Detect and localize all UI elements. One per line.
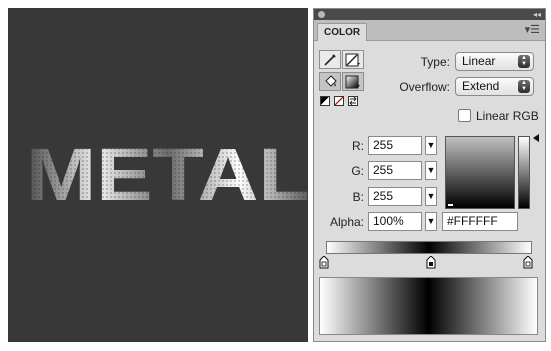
swap-arrows-icon (349, 97, 357, 105)
g-label: G: (351, 164, 364, 178)
gradient-definition-bar[interactable] (326, 241, 532, 254)
panel-titlebar[interactable]: ◂◂ (314, 9, 545, 20)
collapse-arrows-icon[interactable]: ◂◂ (533, 9, 541, 20)
overflow-select[interactable]: Extend ▲ ▼ (455, 77, 534, 96)
tab-color[interactable]: COLOR (317, 23, 368, 41)
select-arrows-icon: ▲ ▼ (518, 80, 530, 93)
brightness-slider[interactable] (518, 136, 530, 209)
black-white-icon[interactable] (320, 96, 330, 106)
fill-swatch-button[interactable] (342, 72, 364, 91)
r-label: R: (352, 139, 364, 153)
gradient-preview (319, 277, 538, 335)
overflow-select-value: Extend (462, 79, 500, 93)
b-dropdown[interactable]: ▼ (425, 187, 437, 206)
fill-swatch-icon (345, 75, 360, 88)
type-label: Type: (420, 55, 450, 69)
stroke-swatch-icon (345, 53, 360, 66)
close-dot-icon[interactable] (318, 11, 325, 18)
b-field[interactable]: 255 (368, 187, 422, 206)
r-dropdown[interactable]: ▼ (425, 136, 437, 155)
alpha-dropdown[interactable]: ▼ (425, 212, 437, 231)
brightness-marker-icon[interactable] (533, 134, 539, 142)
g-field[interactable]: 255 (368, 161, 422, 180)
color-spectrum[interactable] (445, 136, 515, 209)
paint-bucket-icon (325, 74, 337, 87)
color-panel: ◂◂ COLOR ▾☰ Type: Linear ▲ ▼ Overflow: Ex… (313, 8, 546, 342)
type-select-value: Linear (462, 54, 496, 68)
panel-menu-icon[interactable]: ▾☰ (525, 23, 540, 37)
metal-text-texture: METAL (26, 136, 310, 208)
swap-colors-icon[interactable] (348, 96, 358, 106)
overflow-label: Overflow: (399, 80, 450, 94)
linear-rgb-label: Linear RGB (476, 109, 539, 123)
metal-artwork: METAL METAL (26, 136, 310, 208)
panel-tab-row: COLOR ▾☰ (314, 20, 545, 41)
pencil-icon (324, 53, 336, 66)
gradient-stop-middle-icon[interactable] (426, 256, 436, 269)
g-dropdown[interactable]: ▼ (425, 161, 437, 180)
type-select[interactable]: Linear ▲ ▼ (455, 52, 534, 71)
r-field[interactable]: 255 (368, 136, 422, 155)
alpha-field[interactable]: 100% (368, 212, 422, 231)
no-color-icon[interactable] (334, 96, 344, 106)
no-color-slash-icon (335, 97, 343, 105)
spectrum-cursor[interactable] (448, 204, 453, 206)
fill-color-button[interactable] (319, 72, 341, 91)
hex-field[interactable]: #FFFFFF (442, 212, 518, 231)
gradient-stop-right-icon[interactable] (523, 256, 533, 269)
b-label: B: (352, 190, 364, 204)
select-arrows-icon: ▲ ▼ (518, 55, 530, 68)
alpha-label: Alpha: (329, 215, 364, 229)
stroke-swatch-button[interactable] (342, 50, 364, 69)
gradient-stop-left-icon[interactable] (319, 256, 329, 269)
linear-rgb-checkbox[interactable] (458, 109, 471, 122)
stage-canvas[interactable]: METAL METAL (8, 8, 310, 342)
stroke-color-button[interactable] (319, 50, 341, 69)
